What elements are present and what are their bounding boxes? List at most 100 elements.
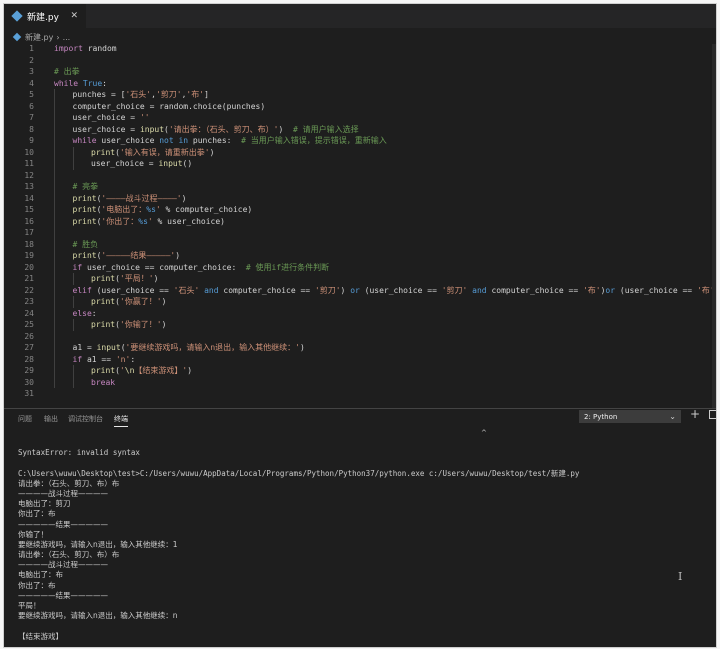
code-text: print('————战斗过程————') [73, 193, 187, 204]
code-token: user_choice == computer_choice: [86, 262, 246, 272]
code-token: if [72, 354, 87, 364]
code-line[interactable]: 26 [4, 330, 716, 342]
panel-tab[interactable]: 终端 [114, 414, 128, 427]
code-line[interactable]: 28 if a1 == 'n': [4, 353, 716, 365]
code-line[interactable]: 4 while True: [4, 78, 716, 90]
indent-guide [54, 192, 55, 204]
code-line[interactable]: 12 [4, 169, 716, 181]
code-token: : [102, 78, 107, 88]
panel-tab[interactable]: 问题 [18, 414, 32, 424]
breadcrumb-file[interactable]: 新建.py [25, 32, 53, 43]
indent-guide [54, 342, 55, 354]
code-line[interactable]: 10 print('输入有误，请重新出拳') [4, 146, 716, 158]
code-token: print [72, 251, 97, 261]
new-terminal-icon[interactable]: + [690, 407, 700, 421]
code-line[interactable]: 29 print('\n【结束游戏】') [4, 365, 716, 377]
code-line[interactable]: 27 a1 = input('要继续游戏吗，请输入n退出，输入其他继续：') [4, 342, 716, 354]
code-token: # 使用if进行条件判断 [245, 262, 330, 272]
code-line[interactable]: 30 break [4, 376, 716, 388]
terminal-line: —————结果————— [18, 590, 108, 600]
code-line[interactable]: 25 print('你输了！') [4, 319, 716, 331]
terminal-line: 平局！ [18, 601, 41, 610]
terminal-select[interactable]: 2: Python ⌄ [579, 410, 681, 423]
code-line[interactable]: 21 print('平局！') [4, 273, 716, 285]
indent-guide [54, 215, 55, 227]
code-line[interactable]: 22 elif (user_choice == '石头' and computer… [4, 284, 716, 296]
code-token: if [72, 262, 87, 272]
code-token: '请出拳：（石头、剪刀、布）' [168, 124, 279, 134]
breadcrumb-symbol[interactable]: ... [63, 33, 71, 42]
indent-guide [54, 261, 55, 273]
code-token: input [158, 159, 183, 169]
code-line[interactable]: 31 [4, 388, 716, 400]
code-editor[interactable]: 1 import random 2 3 # 出拳 4 while True: 5 punches… [4, 43, 716, 407]
split-terminal-icon[interactable] [709, 410, 716, 419]
code-token: not in [159, 136, 193, 146]
code-token: user_choice = [72, 124, 140, 134]
code-token: '剪刀' [441, 285, 468, 295]
line-number: 26 [24, 331, 34, 341]
code-line[interactable]: 5 punches = ['石头','剪刀','布'] [4, 89, 716, 101]
code-text: import random [54, 44, 117, 53]
line-number: 21 [24, 274, 34, 284]
code-token: '输入有误，请重新出拳' [119, 147, 210, 157]
line-number: 8 [29, 124, 34, 134]
editor-tab-active[interactable]: 新建.py ✕ [4, 4, 86, 28]
line-number: 12 [24, 170, 34, 180]
code-line[interactable]: 14 print('————战斗过程————') [4, 192, 716, 204]
code-line[interactable]: 6 computer_choice = random.choice(punches… [4, 100, 716, 112]
code-token: (user_choice == [364, 285, 442, 295]
line-number: 15 [24, 205, 34, 215]
close-icon[interactable]: ✕ [70, 11, 78, 21]
line-number: 17 [24, 228, 34, 238]
editor-tab-bar: 新建.py ✕ [4, 4, 716, 28]
code-token: print [91, 147, 116, 157]
code-line[interactable]: 23 print('你赢了！') [4, 296, 716, 308]
code-line[interactable]: 18 # 胜负 [4, 238, 716, 250]
code-line[interactable]: 7 user_choice = '' [4, 112, 716, 124]
code-token: '电脑出了： [101, 205, 147, 215]
code-text: print('电脑出了：%s' % computer_choice) [73, 204, 253, 215]
code-text: user_choice = input('请出拳：（石头、剪刀、布）') # 请… [73, 124, 359, 135]
code-line[interactable]: 1 import random [4, 43, 716, 55]
panel-tab[interactable]: 输出 [44, 414, 58, 424]
code-token: (user_choice == [96, 285, 174, 295]
indent-guide [54, 146, 55, 158]
line-number: 24 [24, 308, 34, 318]
terminal-output[interactable]: SyntaxError: invalid syntax C:\Users\wuwu… [18, 438, 708, 642]
code-token: user_choice = [91, 159, 159, 169]
line-number: 11 [24, 159, 34, 169]
indent-guide [54, 100, 55, 112]
code-token: or [605, 285, 620, 295]
code-line[interactable]: 15 print('电脑出了：%s' % computer_choice) [4, 204, 716, 216]
code-token: 'n' [115, 354, 131, 364]
code-token: ) [340, 285, 351, 295]
code-line[interactable]: 13 # 亮拳 [4, 181, 716, 193]
code-line[interactable]: 11 user_choice = input() [4, 158, 716, 170]
code-text: print('你赢了！') [91, 296, 166, 307]
indent-guide [72, 319, 74, 331]
code-token: import [54, 44, 88, 54]
code-token: print [72, 205, 97, 215]
terminal-line: 电脑出了：布 [18, 570, 63, 580]
code-token: (user_choice == [619, 285, 697, 295]
code-line[interactable]: 8 user_choice = input('请出拳：（石头、剪刀、布）') # … [4, 123, 716, 135]
line-number: 1 [29, 44, 34, 54]
code-line[interactable]: 16 print('你出了：%s' % user_choice) [4, 215, 716, 227]
code-line[interactable]: 20 if user_choice == computer_choice: # 使… [4, 261, 716, 273]
code-token: a1 = [72, 343, 97, 353]
code-token: punches: [192, 136, 242, 146]
code-line[interactable]: 17 [4, 227, 716, 239]
code-line[interactable]: 3 # 出拳 [4, 66, 716, 78]
chevron-right-icon: › [56, 32, 60, 42]
panel-tab[interactable]: 调试控制台 [68, 414, 103, 424]
indent-guide [72, 158, 74, 170]
code-token: # 当用户输入错误，提示错误，重新输入 [241, 136, 387, 146]
code-line[interactable]: 9 while user_choice not in punches: # 当用户… [4, 135, 716, 147]
code-line[interactable]: 2 [4, 55, 716, 67]
editor-scrollbar[interactable] [712, 44, 716, 408]
code-token: random [87, 44, 117, 54]
code-line[interactable]: 24 else: [4, 307, 716, 319]
code-token: # 出拳 [54, 67, 80, 77]
code-line[interactable]: 19 print('—————结果—————') [4, 250, 716, 262]
